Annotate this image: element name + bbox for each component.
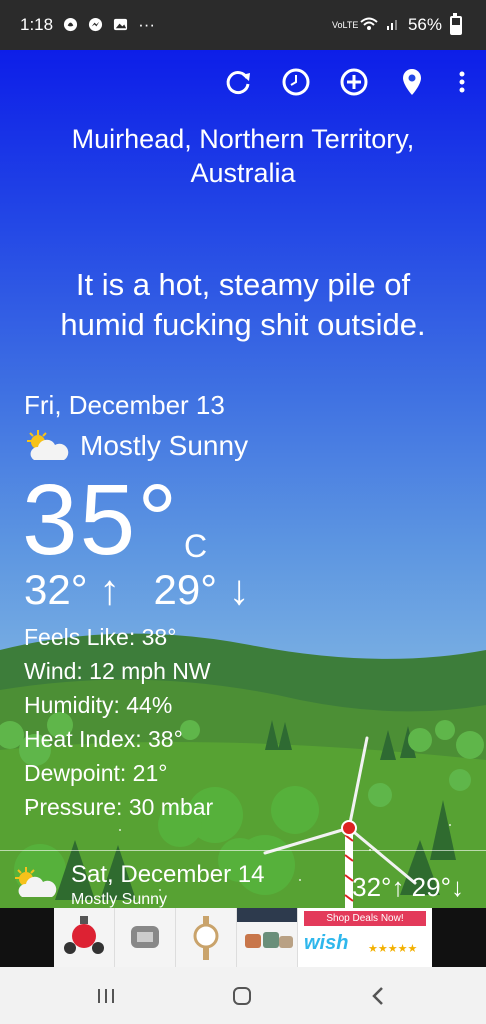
home-button[interactable]: [222, 979, 262, 1013]
snapchat-icon: [63, 17, 78, 34]
partly-sunny-icon: [27, 430, 69, 460]
forecast-high-low: 32°↑ 29°↓: [352, 872, 464, 903]
partly-sunny-icon: [15, 867, 57, 897]
volte-label: VoLTE: [331, 19, 359, 30]
location-pin-icon: [403, 69, 421, 95]
current-date: Fri, December 13: [24, 390, 225, 420]
gallery-icon: [113, 17, 128, 34]
low-temp: 29°: [153, 566, 218, 613]
recent-apps-icon: [98, 989, 114, 1003]
up-arrow-icon: ↑: [391, 872, 405, 902]
weather-app: Muirhead, Northern Territory, Australia …: [0, 50, 486, 908]
refresh-button[interactable]: [222, 66, 254, 98]
location-line-1: Muirhead, Northern Territory,: [71, 124, 415, 154]
forecast-low: 29°: [411, 872, 451, 902]
dewpoint: Dewpoint: 21°: [24, 760, 168, 786]
location-line-2: Australia: [190, 158, 296, 188]
current-condition-text: Mostly Sunny: [80, 430, 249, 461]
navigation-bar: [0, 967, 486, 1024]
status-bar: 1:18 ··· VoLTE 56%: [0, 0, 486, 50]
overflow-menu-icon: [459, 71, 465, 93]
location-title: Muirhead, Northern Territory, Australia: [0, 122, 486, 190]
history-icon: [282, 68, 310, 96]
ad-wish-panel[interactable]: Shop Deals Now! wish ★★★★★: [298, 908, 432, 967]
signal-icon: [386, 17, 400, 33]
messenger-icon: [88, 17, 103, 34]
back-button[interactable]: [358, 979, 398, 1013]
forecast-row[interactable]: Sat, December 14 Mostly Sunny 32°↑ 29°↓: [0, 850, 486, 908]
toolbar: [222, 66, 470, 98]
refresh-icon: [226, 71, 250, 94]
down-arrow-icon: ↓: [228, 566, 250, 613]
forecast-date: Sat, December 14: [71, 861, 265, 888]
recent-apps-button[interactable]: [86, 979, 126, 1013]
tagline-line-1: It is a hot, steamy pile of: [75, 267, 411, 302]
weather-tagline: It is a hot, steamy pile of humid fuckin…: [20, 265, 466, 345]
rating-stars: ★★★★★: [368, 943, 418, 955]
tagline-line-2: humid fucking shit outside.: [60, 307, 426, 342]
current-condition: Mostly Sunny: [24, 428, 248, 464]
forecast-condition: Mostly Sunny: [71, 891, 168, 908]
heat-index: Heat Index: 38°: [24, 726, 183, 752]
high-temp: 32°: [24, 566, 88, 613]
ad-product-image: [54, 908, 115, 967]
forecast-high: 32°: [352, 872, 392, 902]
wifi-icon: [360, 17, 378, 33]
location-button[interactable]: [396, 66, 428, 98]
shop-deals-button[interactable]: Shop Deals Now!: [304, 911, 426, 926]
back-icon: [372, 987, 383, 1005]
wish-logo: wish: [304, 932, 349, 954]
temperature-unit: C: [184, 528, 208, 564]
add-location-button[interactable]: [338, 66, 370, 98]
home-icon: [233, 987, 251, 1005]
more-notifications-icon: ···: [138, 15, 156, 34]
humidity: Humidity: 44%: [24, 692, 173, 718]
battery-percent: 56%: [407, 15, 442, 34]
history-button[interactable]: [280, 66, 312, 98]
status-time: 1:18: [20, 15, 54, 34]
feels-like: Feels Like: 38°: [24, 624, 177, 650]
current-temperature: 35°: [22, 464, 180, 576]
ad-banner[interactable]: Shop Deals Now! wish ★★★★★: [0, 908, 486, 967]
wind: Wind: 12 mph NW: [24, 658, 211, 684]
pressure: Pressure: 30 mbar: [24, 794, 214, 820]
overflow-menu-button[interactable]: [454, 66, 470, 98]
ad-content[interactable]: Shop Deals Now! wish ★★★★★: [54, 908, 432, 967]
battery-icon: [450, 12, 462, 35]
ad-product-image: [237, 908, 298, 967]
down-arrow-icon: ↓: [451, 872, 464, 902]
ad-product-image: [176, 908, 237, 967]
weather-details: Feels Like: 38° Wind: 12 mph NW Humidity…: [24, 620, 213, 824]
add-icon: [340, 68, 368, 96]
high-low: 32° ↑ 29° ↓: [24, 566, 250, 614]
ad-product-image: [115, 908, 176, 967]
up-arrow-icon: ↑: [99, 566, 121, 613]
